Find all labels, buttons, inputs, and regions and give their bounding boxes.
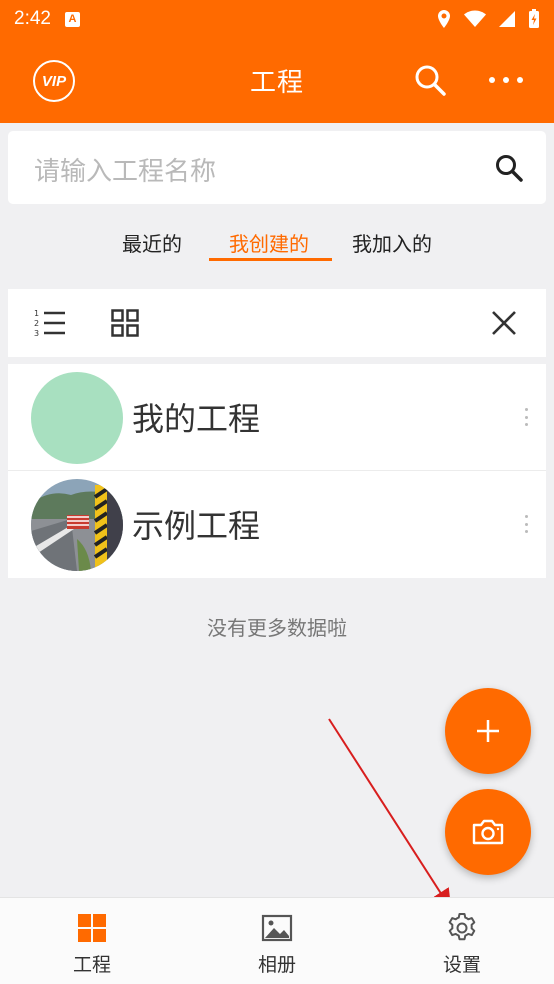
project-search-field[interactable]: 请输入工程名称	[8, 131, 546, 204]
list-end-message: 没有更多数据啦	[207, 616, 347, 640]
gear-icon	[448, 913, 476, 941]
project-name: 示例工程	[132, 507, 261, 545]
tab-joined[interactable]: 我加入的	[352, 228, 432, 257]
svg-text:2: 2	[34, 319, 39, 328]
nav-item-settings[interactable]: 设置	[402, 898, 522, 984]
numbered-list-icon[interactable]: 1 2 3	[33, 307, 67, 339]
nav-label: 设置	[442, 954, 481, 976]
location-icon	[438, 10, 450, 28]
grid-icon	[78, 914, 106, 942]
nav-label: 工程	[72, 954, 111, 976]
project-more-icon[interactable]	[523, 408, 529, 426]
project-list: 我的工程 示例工程	[8, 364, 546, 578]
wifi-icon	[464, 10, 486, 27]
app-bar: VIP 工程	[0, 38, 554, 123]
search-icon[interactable]	[412, 62, 448, 98]
view-toolbar: 1 2 3	[8, 289, 546, 357]
bottom-navigation: 工程 相册 设置	[0, 897, 554, 984]
tab-recent[interactable]: 最近的	[122, 228, 182, 257]
project-name: 我的工程	[132, 400, 261, 438]
project-more-icon[interactable]	[523, 515, 529, 533]
road-photo-thumbnail	[31, 479, 123, 571]
active-tab-indicator	[209, 258, 332, 261]
battery-icon	[529, 9, 539, 28]
project-thumbnail	[31, 372, 123, 464]
tab-created[interactable]: 我创建的	[229, 228, 309, 257]
nav-item-projects[interactable]: 工程	[32, 898, 152, 984]
app-notification-icon: A	[64, 11, 80, 27]
camera-button[interactable]	[445, 789, 531, 875]
status-bar: 2:42 A	[0, 0, 554, 38]
page-title: 工程	[249, 68, 304, 98]
grid-view-icon[interactable]	[111, 309, 139, 337]
more-options-icon[interactable]	[486, 62, 526, 98]
svg-text:3: 3	[34, 329, 39, 338]
nav-label: 相册	[257, 954, 296, 976]
project-item[interactable]: 我的工程	[8, 364, 546, 471]
camera-icon	[472, 819, 504, 845]
search-placeholder: 请输入工程名称	[34, 157, 217, 187]
project-tabs: 最近的 我创建的 我加入的	[0, 228, 554, 268]
plus-icon	[477, 720, 499, 742]
image-icon	[261, 914, 293, 942]
project-thumbnail	[31, 479, 123, 571]
signal-icon	[499, 11, 515, 27]
search-icon[interactable]	[494, 153, 524, 183]
close-icon[interactable]	[490, 309, 518, 337]
add-project-button[interactable]	[445, 688, 531, 774]
svg-text:1: 1	[34, 309, 39, 318]
status-time: 2:42	[14, 8, 51, 29]
project-item[interactable]: 示例工程	[8, 471, 546, 578]
nav-item-album[interactable]: 相册	[217, 898, 337, 984]
status-icons	[436, 9, 540, 29]
